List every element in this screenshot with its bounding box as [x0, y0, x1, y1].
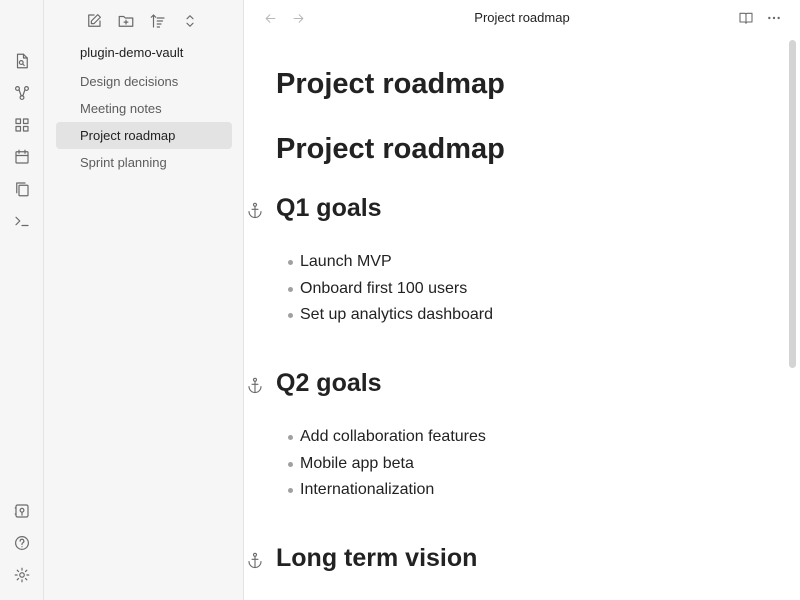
- list-item: Onboard first 100 users: [288, 276, 493, 303]
- graph-view-icon[interactable]: [10, 81, 34, 105]
- new-note-icon[interactable]: [84, 8, 104, 34]
- help-icon[interactable]: [10, 531, 34, 555]
- bullet: [288, 260, 293, 265]
- command-palette-icon[interactable]: [10, 209, 34, 233]
- heading-1: Project roadmap: [276, 133, 505, 165]
- sort-icon[interactable]: [148, 8, 168, 34]
- file-list: Design decisions Meeting notes Project r…: [56, 68, 232, 176]
- ribbon: [0, 0, 44, 600]
- section-heading-q1: Q1 goals: [276, 194, 382, 222]
- scrollbar[interactable]: [789, 40, 796, 368]
- anchor-icon[interactable]: [246, 376, 264, 394]
- calendar-icon[interactable]: [10, 145, 34, 169]
- editor-pane: Project roadmap Project roadmap Project …: [244, 0, 800, 600]
- file-item-sprint-planning[interactable]: Sprint planning: [56, 149, 232, 176]
- file-item-project-roadmap[interactable]: Project roadmap: [56, 122, 232, 149]
- canvas-icon[interactable]: [10, 113, 34, 137]
- list-q2: Add collaboration features Mobile app be…: [288, 424, 486, 504]
- anchor-icon[interactable]: [246, 551, 264, 569]
- list-item: Internationalization: [288, 477, 486, 504]
- view-title[interactable]: Project roadmap: [244, 10, 800, 25]
- new-folder-icon[interactable]: [116, 8, 136, 34]
- anchor-icon[interactable]: [246, 201, 264, 219]
- reading-view-icon[interactable]: [736, 8, 756, 28]
- file-explorer-toolbar: [84, 8, 200, 36]
- list-q1: Launch MVP Onboard first 100 users Set u…: [288, 249, 493, 329]
- file-explorer-sidebar: plugin-demo-vault Design decisions Meeti…: [44, 0, 244, 600]
- section-heading-long-term: Long term vision: [276, 544, 478, 572]
- section-heading-q2: Q2 goals: [276, 369, 382, 397]
- file-item-meeting-notes[interactable]: Meeting notes: [56, 95, 232, 122]
- bullet: [288, 286, 293, 292]
- more-options-icon[interactable]: [764, 8, 784, 28]
- inline-title[interactable]: Project roadmap: [276, 68, 505, 101]
- templates-icon[interactable]: [10, 177, 34, 201]
- settings-icon[interactable]: [10, 563, 34, 587]
- bullet: [288, 313, 293, 318]
- file-item-design-decisions[interactable]: Design decisions: [56, 68, 232, 95]
- list-item: Launch MVP: [288, 249, 493, 276]
- list-item: Mobile app beta: [288, 451, 486, 478]
- list-item: Set up analytics dashboard: [288, 302, 493, 329]
- bullet: [288, 435, 293, 440]
- vault-name[interactable]: plugin-demo-vault: [80, 45, 183, 60]
- vault-switcher-icon[interactable]: [10, 499, 34, 523]
- collapse-icon[interactable]: [180, 8, 200, 34]
- view-header: Project roadmap: [244, 0, 800, 36]
- bullet: [288, 488, 293, 493]
- note-content[interactable]: Project roadmap Project roadmap Q1 goals…: [244, 36, 789, 600]
- list-item: Add collaboration features: [288, 424, 486, 451]
- bullet: [288, 461, 293, 467]
- quick-switcher-icon[interactable]: [10, 49, 34, 73]
